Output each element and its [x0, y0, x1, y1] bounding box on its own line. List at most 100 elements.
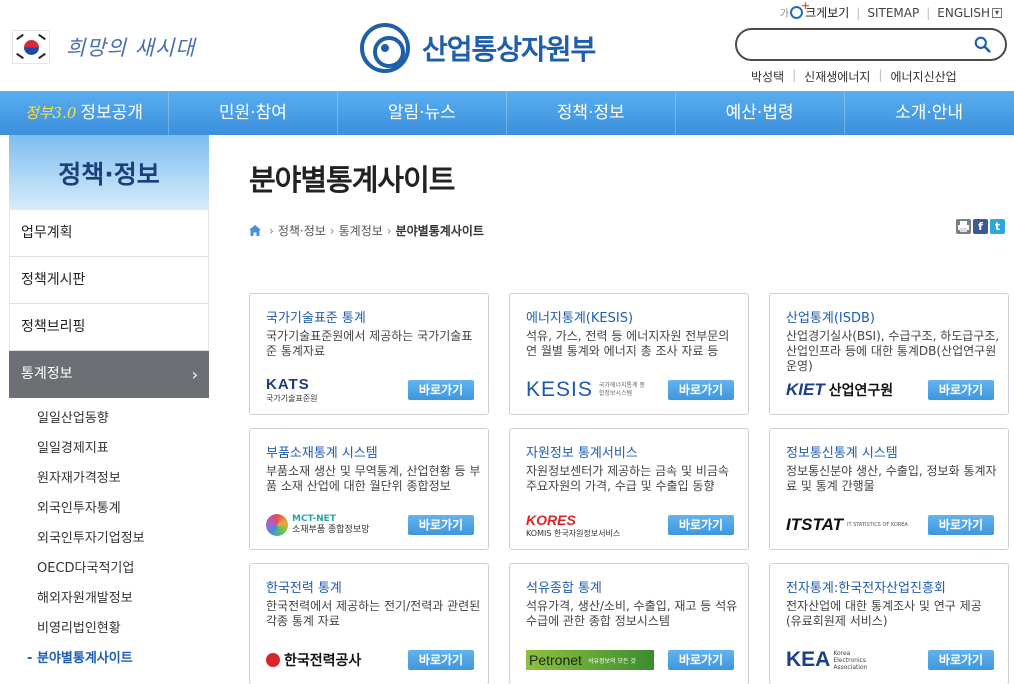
sub-item-daily-industry[interactable]: 일일산업동향: [9, 404, 209, 434]
ministry-logo[interactable]: 산업통상자원부: [360, 23, 596, 73]
gnb-item-civil[interactable]: 민원·참여: [169, 91, 338, 135]
sidebar-item-statistics[interactable]: 통계정보 ›: [9, 351, 209, 398]
logo-text: Petronet: [529, 652, 582, 668]
print-icon[interactable]: [956, 219, 971, 234]
logo-subtext: 석유정보의 모든 것: [587, 657, 636, 665]
breadcrumb-current: 분야별통계사이트: [395, 224, 484, 238]
logo-subtext: 국가에너지통계 종합정보시스템: [598, 382, 645, 397]
gnb-item-about[interactable]: 소개·안내: [845, 91, 1014, 135]
stats-site-card: 부품소재통계 시스템 부품소재 생산 및 무역통계, 산업현황 등 부품 소재 …: [249, 428, 489, 550]
card-description: 산업경기실사(BSI), 수급구조, 하도급구조, 산업인프라 등에 대한 통계…: [786, 329, 1000, 373]
go-button[interactable]: 바로가기: [668, 650, 734, 670]
zoom-button[interactable]: 가 크게보기: [780, 0, 850, 21]
card-title[interactable]: 정보통신통계 시스템: [786, 442, 898, 461]
card-description: 정보통신분야 생산, 수출입, 정보화 통계자료 및 통계 간행물: [786, 464, 997, 493]
card-title[interactable]: 한국전력 통계: [266, 577, 342, 596]
search-box: [735, 28, 1007, 61]
card-title[interactable]: 자원정보 통계서비스: [526, 442, 638, 461]
logo-text: ITSTAT: [786, 515, 843, 534]
card-description: 자원정보센터가 제공하는 금속 및 비금속 주요자원의 가격, 수급 및 수출입…: [526, 464, 729, 493]
go-button[interactable]: 바로가기: [928, 650, 994, 670]
go-button[interactable]: 바로가기: [668, 380, 734, 400]
english-link[interactable]: ENGLISH ▾: [937, 6, 1002, 20]
card-title[interactable]: 전자통계:한국전자산업진흥회: [786, 577, 946, 596]
stats-site-card: 자원정보 통계서비스 자원정보센터가 제공하는 금속 및 비금속 주요자원의 가…: [509, 428, 749, 550]
sub-item-fdi-company[interactable]: 외국인투자기업정보: [9, 524, 209, 554]
sub-item-raw-material[interactable]: 원자재가격정보: [9, 464, 209, 494]
card-title[interactable]: 석유종합 통계: [526, 577, 602, 596]
sitemap-link[interactable]: SITEMAP: [867, 6, 919, 20]
zoom-label: 크게보기: [805, 6, 850, 20]
sidebar-item-plan[interactable]: 업무계획: [9, 210, 209, 257]
stats-site-card: 국가기술표준 통계 국가기술표준원에서 제공하는 국가기술표준 통계자료 KAT…: [249, 293, 489, 415]
gnb-item-news[interactable]: 알림·뉴스: [338, 91, 507, 135]
share-tools: f t: [954, 219, 1005, 234]
card-title[interactable]: 부품소재통계 시스템: [266, 442, 378, 461]
sidebar-item-briefing[interactable]: 정책브리핑: [9, 304, 209, 351]
logo-subtext: 국가기술표준원: [266, 394, 318, 403]
card-title[interactable]: 국가기술표준 통계: [266, 307, 366, 326]
facebook-icon[interactable]: f: [973, 219, 988, 234]
gnb-label: 정보공개: [80, 103, 143, 123]
slogan-text: 희망의 새시대: [66, 36, 196, 60]
sub-item-daily-economy[interactable]: 일일경제지표: [9, 434, 209, 464]
sub-item-stats-sites[interactable]: - 분야별통계사이트: [9, 644, 209, 674]
logo-text: 한국전력공사: [284, 653, 362, 669]
stats-site-card: 전자통계:한국전자산업진흥회 전자산업에 대한 통계조사 및 연구 제공 (유료…: [769, 563, 1009, 684]
card-title[interactable]: 산업통계(ISDB): [786, 307, 875, 326]
kea-logo: KEA Korea Electronics Association: [786, 644, 873, 676]
breadcrumb: › 정책·정보 › 통계정보 › 분야별통계사이트: [249, 222, 484, 239]
sub-item-nonprofit[interactable]: 비영리법인현황: [9, 614, 209, 644]
slogan: 희망의 새시대: [12, 30, 196, 64]
breadcrumb-item[interactable]: 정책·정보: [278, 222, 326, 239]
sub-item-oecd[interactable]: OECD다국적기업: [9, 554, 209, 584]
chevron-right-icon: ›: [191, 365, 198, 384]
card-title[interactable]: 에너지통계(KESIS): [526, 307, 633, 326]
quick-link[interactable]: 박성택: [751, 68, 792, 85]
sub-item-label: 분야별통계사이트: [37, 651, 133, 666]
twitter-icon[interactable]: t: [990, 219, 1005, 234]
sidebar: 정책·정보 업무계획 정책게시판 정책브리핑 통계정보 › 일일산업동향 일일경…: [9, 135, 209, 684]
search-input[interactable]: [751, 30, 971, 59]
ministry-name: 산업통상자원부: [422, 33, 596, 66]
dropdown-caret-icon: ▾: [992, 8, 1002, 18]
gnb-item-info-open[interactable]: 정부3.0 정보공개: [0, 91, 169, 135]
stats-site-card: 에너지통계(KESIS) 석유, 가스, 전력 등 에너지자원 전부문의 연 월…: [509, 293, 749, 415]
kiet-logo: KIET 산업연구원: [786, 374, 893, 406]
logo-subtext: 소재부품 종합정보망: [292, 525, 370, 535]
page-title: 분야별통계사이트: [249, 163, 455, 197]
logo-text: KIET: [786, 380, 825, 399]
sub-item-overseas-resource[interactable]: 해외자원개발정보: [9, 584, 209, 614]
breadcrumb-separator: ›: [269, 223, 274, 238]
gov30-mark: 정부3.0: [24, 104, 77, 122]
logo-subtext: Korea Electronics Association: [833, 649, 868, 671]
main-navigation: 정부3.0 정보공개 민원·참여 알림·뉴스 정책·정보 예산·법령 소개·안내: [0, 91, 1014, 135]
stats-site-card: 정보통신통계 시스템 정보통신분야 생산, 수출입, 정보화 통계자료 및 통계…: [769, 428, 1009, 550]
quick-link[interactable]: 에너지신산업: [882, 68, 964, 85]
go-button[interactable]: 바로가기: [408, 650, 474, 670]
go-button[interactable]: 바로가기: [408, 515, 474, 535]
sidebar-item-label: 통계정보: [21, 366, 73, 382]
current-marker: -: [27, 651, 33, 666]
search-icon[interactable]: [974, 36, 991, 53]
go-button[interactable]: 바로가기: [668, 515, 734, 535]
gnb-item-budget[interactable]: 예산·법령: [676, 91, 845, 135]
logo-text: MCT-NET: [292, 514, 336, 524]
quick-link[interactable]: 신재생에너지: [796, 68, 878, 85]
itstat-logo: ITSTAT IT STATISTICS OF KOREA: [786, 509, 908, 541]
sidebar-item-board[interactable]: 정책게시판: [9, 257, 209, 304]
logo-subtext: KOMIS 한국자원정보서비스: [526, 528, 621, 538]
gnb-label: 예산·법령: [725, 103, 794, 123]
logo-text: KESIS: [526, 378, 593, 401]
card-description: 석유, 가스, 전력 등 에너지자원 전부문의 연 월별 통계와 에너지 총 조…: [526, 329, 730, 358]
mctnet-logo: MCT-NET 소재부품 종합정보망: [266, 509, 369, 541]
breadcrumb-item[interactable]: 통계정보: [339, 222, 383, 239]
go-button[interactable]: 바로가기: [928, 380, 994, 400]
quick-links: 박성택 | 신재생에너지 | 에너지신산업: [751, 68, 965, 85]
gnb-label: 정책·정보: [556, 103, 625, 123]
home-icon[interactable]: [249, 225, 261, 236]
sub-item-fdi-stats[interactable]: 외국인투자통계: [9, 494, 209, 524]
gnb-item-policy[interactable]: 정책·정보: [507, 91, 676, 135]
go-button[interactable]: 바로가기: [408, 380, 474, 400]
go-button[interactable]: 바로가기: [928, 515, 994, 535]
